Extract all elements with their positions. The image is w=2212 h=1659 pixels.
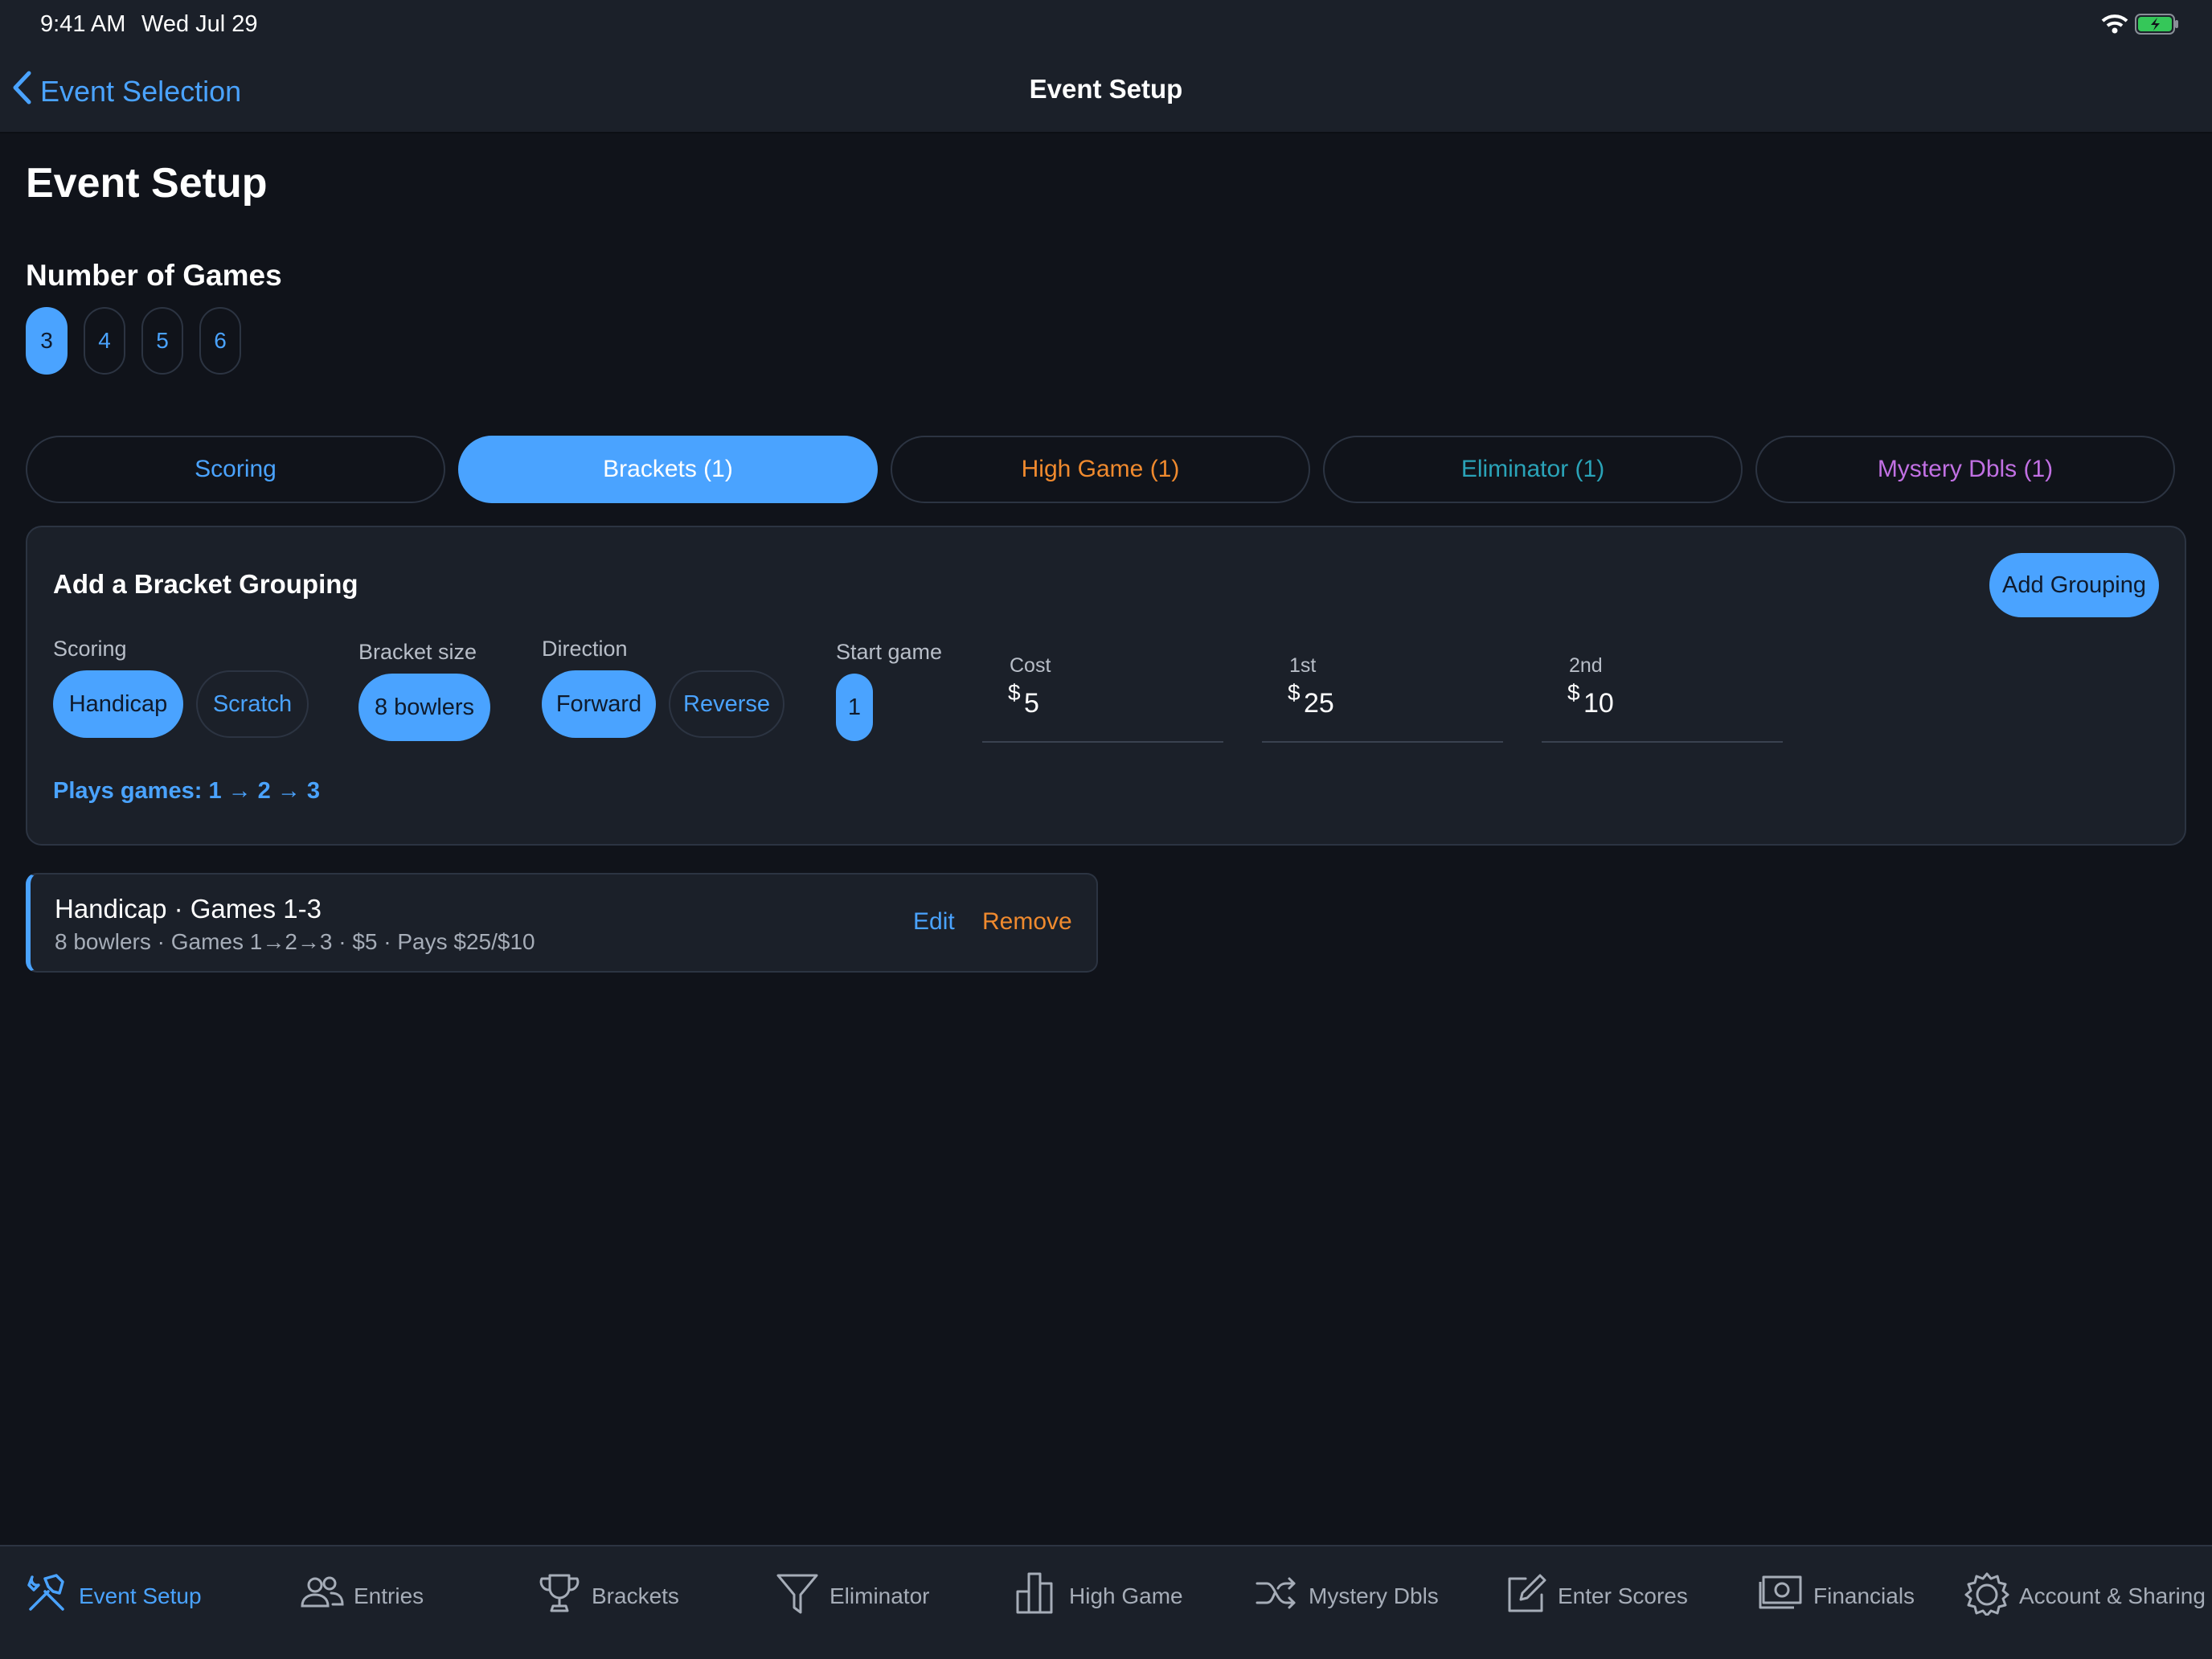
cost-currency: $ <box>1008 680 1021 705</box>
number-of-games-selector: 3 4 5 6 <box>26 307 241 375</box>
tabbar-event-setup[interactable]: Event Setup <box>24 1571 202 1621</box>
cost-label: Cost <box>1010 654 1051 677</box>
status-bar: 9:41 AM Wed Jul 29 <box>0 0 2212 51</box>
tabbar-enter-scores-label: Enter Scores <box>1558 1583 1688 1608</box>
tab-scoring[interactable]: Scoring <box>26 436 445 503</box>
games-option-3[interactable]: 3 <box>26 307 68 375</box>
tabbar-financials[interactable]: Financials <box>1759 1571 1915 1621</box>
bar-chart-icon <box>1014 1571 1059 1621</box>
tabbar-account-sharing-label: Account & Sharing <box>2019 1583 2206 1608</box>
tabbar-eliminator[interactable]: Eliminator <box>775 1571 929 1621</box>
cost-field[interactable]: Cost $ 5 <box>982 654 1223 743</box>
add-grouping-button[interactable]: Add Grouping <box>1989 553 2159 617</box>
status-time: 9:41 AM <box>40 11 126 37</box>
scoring-scratch-option[interactable]: Scratch <box>196 670 309 738</box>
second-place-currency: $ <box>1567 680 1580 705</box>
card-title: Add a Bracket Grouping <box>53 569 358 599</box>
tab-mystery-doubles[interactable]: Mystery Dbls (1) <box>1755 436 2175 503</box>
first-place-label: 1st <box>1289 654 1317 677</box>
tabbar-high-game-label: High Game <box>1069 1583 1183 1608</box>
tabbar-entries-label: Entries <box>354 1583 424 1608</box>
people-icon <box>299 1571 344 1621</box>
bottom-tab-bar: Event Setup Entries Brackets Eliminator <box>0 1545 2212 1659</box>
status-date: Wed Jul 29 <box>141 11 258 37</box>
tabbar-entries[interactable]: Entries <box>299 1571 424 1621</box>
banknote-icon <box>1759 1571 1804 1621</box>
second-place-label: 2nd <box>1569 654 1603 677</box>
first-place-field[interactable]: 1st $ 25 <box>1262 654 1503 743</box>
trophy-icon <box>537 1571 582 1621</box>
first-place-currency: $ <box>1288 680 1301 705</box>
funnel-icon <box>775 1571 820 1621</box>
page-title: Event Setup <box>26 160 268 207</box>
remove-grouping-button[interactable]: Remove <box>982 908 1072 936</box>
wifi-icon <box>2101 14 2128 39</box>
cost-value: 5 <box>1024 688 1039 719</box>
nav-title: Event Setup <box>1029 74 1183 104</box>
tabbar-mystery-doubles[interactable]: Mystery Dbls <box>1254 1571 1439 1621</box>
direction-forward-option[interactable]: Forward <box>542 670 656 738</box>
battery-icon <box>2135 13 2180 39</box>
tabbar-high-game[interactable]: High Game <box>1014 1571 1183 1621</box>
tabbar-account-sharing[interactable]: Account & Sharing <box>1964 1571 2206 1621</box>
tabbar-enter-scores[interactable]: Enter Scores <box>1503 1571 1688 1621</box>
tabbar-eliminator-label: Eliminator <box>830 1583 930 1608</box>
first-place-value: 25 <box>1304 688 1334 719</box>
scoring-label: Scoring <box>53 637 127 661</box>
tabbar-event-setup-label: Event Setup <box>79 1583 202 1608</box>
second-place-field[interactable]: 2nd $ 10 <box>1542 654 1783 743</box>
section-tabs: Scoring Brackets (1) High Game (1) Elimi… <box>26 436 2175 503</box>
tabbar-mystery-doubles-label: Mystery Dbls <box>1309 1583 1439 1608</box>
scoring-handicap-option[interactable]: Handicap <box>53 670 183 738</box>
direction-reverse-option[interactable]: Reverse <box>669 670 784 738</box>
edit-grouping-button[interactable]: Edit <box>913 908 955 936</box>
tabbar-financials-label: Financials <box>1813 1583 1915 1608</box>
grouping-details: 8 bowlers · Games 1→2→3 · $5 · Pays $25/… <box>55 929 535 954</box>
bracket-grouping-item: Handicap · Games 1-3 8 bowlers · Games 1… <box>26 873 1098 973</box>
games-option-6[interactable]: 6 <box>199 307 241 375</box>
add-bracket-grouping-card: Add a Bracket Grouping Add Grouping Scor… <box>26 526 2186 846</box>
number-of-games-label: Number of Games <box>26 259 282 292</box>
navigation-bar: Event Selection Event Setup <box>0 51 2212 133</box>
second-place-value: 10 <box>1583 688 1614 719</box>
direction-label: Direction <box>542 637 628 661</box>
hammer-wrench-icon <box>24 1571 69 1621</box>
edit-square-icon <box>1503 1571 1548 1621</box>
tab-high-game[interactable]: High Game (1) <box>891 436 1310 503</box>
tab-eliminator[interactable]: Eliminator (1) <box>1323 436 1743 503</box>
start-game-selector[interactable]: 1 <box>836 674 873 741</box>
games-option-5[interactable]: 5 <box>141 307 183 375</box>
gear-icon <box>1964 1571 2009 1621</box>
plays-games-summary: Plays games: 1 → 2 → 3 <box>53 778 321 804</box>
tabbar-brackets[interactable]: Brackets <box>537 1571 679 1621</box>
bracket-size-label: Bracket size <box>358 640 477 664</box>
tab-brackets[interactable]: Brackets (1) <box>458 436 878 503</box>
games-option-4[interactable]: 4 <box>84 307 125 375</box>
bracket-size-selector[interactable]: 8 bowlers <box>358 674 490 741</box>
status-icons <box>2101 13 2180 39</box>
start-game-label: Start game <box>836 640 943 664</box>
tabbar-brackets-label: Brackets <box>592 1583 679 1608</box>
shuffle-icon <box>1254 1571 1299 1621</box>
grouping-title: Handicap · Games 1-3 <box>55 894 322 924</box>
